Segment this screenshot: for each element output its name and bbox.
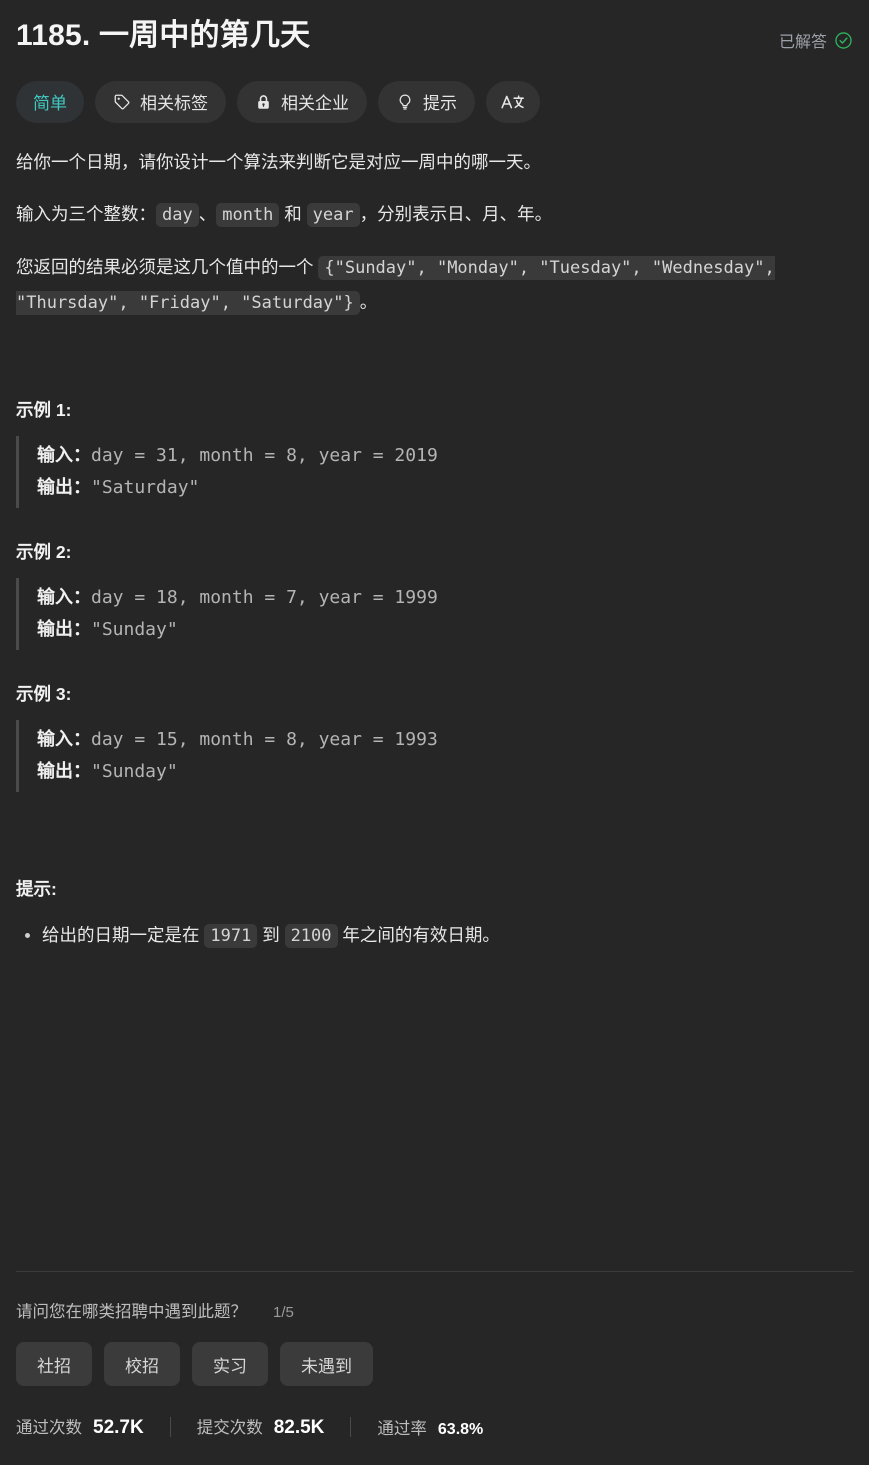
example-3-output-value: "Sunday" bbox=[91, 760, 178, 782]
survey-options: 社招 校招 实习 未遇到 bbox=[16, 1342, 853, 1386]
survey-option-shixi[interactable]: 实习 bbox=[192, 1342, 268, 1386]
example-3-output: 输出："Sunday" bbox=[37, 756, 853, 788]
solved-label: 已解答 bbox=[778, 34, 827, 51]
check-circle-icon bbox=[834, 31, 853, 50]
desc3-suffix: 。 bbox=[359, 291, 378, 312]
example-3-input: 输入：day = 15, month = 8, year = 1993 bbox=[37, 724, 853, 756]
related-companies-label: 相关企业 bbox=[281, 94, 349, 113]
code-year-min: 1971 bbox=[204, 923, 258, 948]
stat-acceptance-label: 通过率 bbox=[377, 1419, 427, 1438]
difficulty-badge[interactable]: 简单 bbox=[16, 80, 84, 123]
stat-accepted: 通过次数 52.7K bbox=[16, 1414, 144, 1439]
stat-accepted-label: 通过次数 bbox=[16, 1419, 82, 1437]
description-paragraph-1: 给你一个日期，请你设计一个算法来判断它是对应一周中的哪一天。 bbox=[16, 151, 541, 172]
example-1-input-value: day = 31, month = 8, year = 2019 bbox=[91, 445, 438, 467]
related-tags-label: 相关标签 bbox=[140, 94, 208, 113]
survey-option-shezhao[interactable]: 社招 bbox=[16, 1342, 92, 1386]
code-month: month bbox=[216, 202, 280, 227]
example-1-output-value: "Saturday" bbox=[91, 477, 200, 498]
tag-icon bbox=[113, 93, 131, 111]
footer-divider bbox=[16, 1271, 853, 1272]
stat-acceptance-rate: 通过率 63.8% bbox=[377, 1415, 483, 1439]
desc3-prefix: 您返回的结果必须是这几个值中的一个 bbox=[16, 256, 319, 277]
tag-row: 简单 相关标签 相关企业 提示 bbox=[16, 80, 853, 123]
related-companies-button[interactable]: 相关企业 bbox=[237, 80, 367, 123]
desc2-sep2: 和 bbox=[279, 203, 307, 224]
survey-question: 请问您在哪类招聘中遇到此题？ bbox=[16, 1303, 247, 1321]
survey-option-xiaozhao[interactable]: 校招 bbox=[104, 1342, 180, 1386]
example-1-output: 输出："Saturday" bbox=[37, 472, 853, 504]
code-day: day bbox=[156, 202, 199, 227]
example-2-block: 输入：day = 18, month = 7, year = 1999 输出："… bbox=[16, 577, 853, 650]
page-title: 1185. 一周中的第几天 bbox=[16, 19, 311, 52]
example-3-input-value: day = 15, month = 8, year = 1993 bbox=[91, 728, 438, 750]
stat-acceptance-value: 63.8% bbox=[437, 1420, 484, 1438]
example-2-input: 输入：day = 18, month = 7, year = 1999 bbox=[37, 582, 853, 614]
example-2-input-label: 输入： bbox=[37, 586, 91, 607]
code-year-max: 2100 bbox=[284, 923, 338, 948]
solved-status: 已解答 bbox=[779, 28, 853, 52]
example-2-output: 输出："Sunday" bbox=[37, 614, 853, 646]
hints-heading: 提示: bbox=[16, 878, 57, 899]
example-3-heading: 示例 3: bbox=[16, 683, 72, 704]
example-3-block: 输入：day = 15, month = 8, year = 1993 输出："… bbox=[16, 719, 853, 792]
survey-option-weiyudao[interactable]: 未遇到 bbox=[280, 1342, 373, 1386]
hint-suffix: 年之间的有效日期。 bbox=[337, 924, 500, 945]
difficulty-label: 简单 bbox=[33, 94, 67, 113]
hint-button[interactable]: 提示 bbox=[378, 80, 475, 123]
problem-content: 给你一个日期，请你设计一个算法来判断它是对应一周中的哪一天。 输入为三个整数： d… bbox=[16, 145, 853, 953]
code-year: year bbox=[306, 202, 360, 227]
example-1-block: 输入：day = 31, month = 8, year = 2019 输出："… bbox=[16, 436, 853, 508]
description-paragraph-3: 您返回的结果必须是这几个值中的一个 {"Sunday", "Monday", "… bbox=[16, 250, 853, 320]
footer: 请问您在哪类招聘中遇到此题？ 1/5 社招 校招 实习 未遇到 通过次数 52.… bbox=[16, 1271, 853, 1465]
hint-item: 给出的日期一定是在 1971 到 2100 年之间的有效日期。 bbox=[25, 919, 853, 952]
hint-label: 提示 bbox=[423, 94, 457, 113]
description-paragraph-2: 输入为三个整数： day、 month 和 year ，分别表示日、月、年。 bbox=[16, 197, 853, 232]
hint-prefix: 给出的日期一定是在 bbox=[42, 924, 205, 945]
stat-submissions-value: 82.5K bbox=[273, 1417, 325, 1438]
translate-button[interactable] bbox=[486, 80, 540, 123]
lock-icon bbox=[255, 93, 272, 111]
example-3-output-label: 输出： bbox=[37, 760, 91, 781]
stats-row: 通过次数 52.7K 提交次数 82.5K 通过率 63.8% bbox=[16, 1414, 853, 1465]
problem-page: 1185. 一周中的第几天 已解答 简单 相关标签 相关企业 提示 给你一个日期… bbox=[0, 0, 869, 1465]
example-3-input-label: 输入： bbox=[37, 728, 91, 749]
related-tags-button[interactable]: 相关标签 bbox=[95, 80, 226, 123]
survey-question-row: 请问您在哪类招聘中遇到此题？ 1/5 bbox=[16, 1298, 853, 1322]
stat-separator bbox=[350, 1416, 352, 1437]
translate-icon bbox=[500, 92, 526, 112]
example-1-output-label: 输出： bbox=[37, 477, 91, 497]
example-1-input-label: 输入： bbox=[37, 445, 91, 466]
hints-list: 给出的日期一定是在 1971 到 2100 年之间的有效日期。 bbox=[16, 919, 853, 952]
example-2-heading: 示例 2: bbox=[16, 541, 72, 562]
example-2-output-value: "Sunday" bbox=[91, 618, 178, 640]
stat-submissions-label: 提交次数 bbox=[196, 1419, 263, 1437]
desc2-suffix: ，分别表示日、月、年。 bbox=[359, 203, 553, 224]
example-2-output-label: 输出： bbox=[37, 618, 91, 639]
stat-separator bbox=[169, 1416, 171, 1437]
hints-spacer bbox=[16, 822, 853, 876]
example-1-input: 输入：day = 31, month = 8, year = 2019 bbox=[37, 440, 853, 472]
lightbulb-icon bbox=[396, 93, 414, 111]
stat-submissions: 提交次数 82.5K bbox=[197, 1414, 325, 1439]
desc2-prefix: 输入为三个整数： bbox=[16, 203, 156, 224]
survey-counter: 1/5 bbox=[273, 1304, 294, 1321]
example-1-heading: 示例 1: bbox=[16, 400, 72, 421]
desc2-sep1: 、 bbox=[198, 203, 217, 224]
stat-accepted-value: 52.7K bbox=[93, 1417, 144, 1438]
hint-mid: 到 bbox=[257, 924, 285, 945]
title-row: 1185. 一周中的第几天 已解答 bbox=[16, 0, 853, 57]
example-2-input-value: day = 18, month = 7, year = 1999 bbox=[91, 586, 438, 608]
